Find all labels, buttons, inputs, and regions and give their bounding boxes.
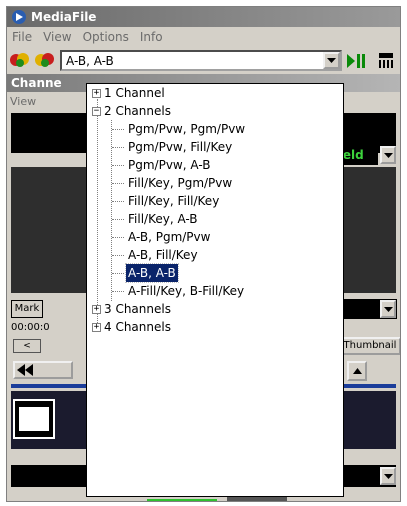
channel-mode-dropdown: + 1 Channel − 2 Channels Pgm/Pvw, Pgm/Pv… xyxy=(86,83,344,497)
mark-button[interactable]: Mark xyxy=(11,300,43,318)
tree-group-4-channels[interactable]: 4 Channels xyxy=(104,318,171,336)
up-arrow-icon[interactable] xyxy=(347,361,367,381)
timecode-display: 00:00:0 xyxy=(11,322,50,333)
channel-icon-b[interactable] xyxy=(34,50,56,70)
expand-icon[interactable]: + xyxy=(92,89,101,98)
title-bar: MediaFile xyxy=(7,7,400,27)
play-pause-icon[interactable] xyxy=(346,52,368,70)
menu-bar: File View Options Info xyxy=(7,27,400,47)
menu-view[interactable]: View xyxy=(38,30,77,44)
tree-line xyxy=(97,99,98,329)
tree-group-3-channels[interactable]: 3 Channels xyxy=(104,300,171,318)
tree-group-2-channels[interactable]: 2 Channels xyxy=(104,102,171,120)
channel-icon-a[interactable] xyxy=(9,50,31,70)
thumbnail-button[interactable]: Thumbnail xyxy=(339,337,400,355)
thumbnail-frame[interactable] xyxy=(13,399,55,439)
expand-icon[interactable]: + xyxy=(92,323,101,332)
small-step-button[interactable]: < xyxy=(13,339,41,353)
panel-layout-icon[interactable] xyxy=(377,52,395,70)
combo-value: A-B, A-B xyxy=(66,53,114,68)
chevron-down-icon[interactable] xyxy=(380,300,396,318)
channel-mode-combo[interactable]: A-B, A-B xyxy=(60,50,342,71)
status-blocks xyxy=(227,497,287,501)
chevron-down-icon[interactable] xyxy=(323,52,340,69)
toolbar: A-B, A-B xyxy=(7,48,400,74)
tree-group-1-channel[interactable]: 1 Channel xyxy=(104,84,165,102)
level-meter xyxy=(147,499,217,501)
chevron-down-icon[interactable] xyxy=(380,146,396,164)
chevron-down-icon[interactable] xyxy=(380,467,396,485)
expand-icon[interactable]: + xyxy=(92,305,101,314)
collapse-icon[interactable]: − xyxy=(92,107,101,116)
rewind-button[interactable] xyxy=(13,361,73,379)
menu-info[interactable]: Info xyxy=(135,30,169,44)
window-title: MediaFile xyxy=(31,10,97,24)
menu-file[interactable]: File xyxy=(7,30,38,44)
app-icon xyxy=(12,10,26,24)
menu-options[interactable]: Options xyxy=(78,30,135,44)
panel-view-menu[interactable]: View xyxy=(10,95,36,108)
mediafile-window: MediaFile File View Options Info A-B, A-… xyxy=(6,6,401,502)
